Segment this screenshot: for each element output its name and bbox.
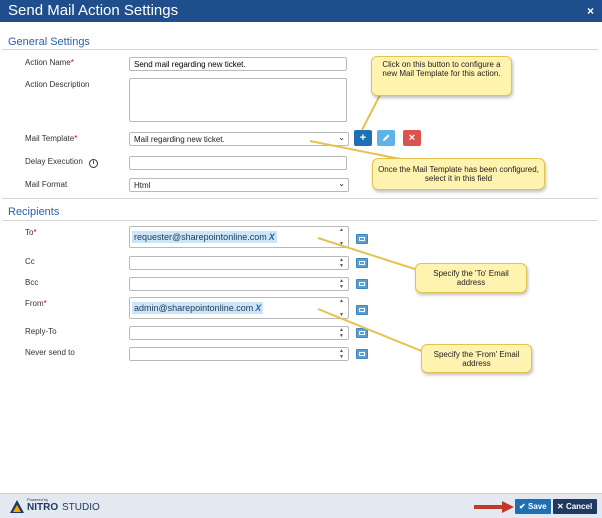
spinner-icon[interactable]: ▲ ▼	[339, 348, 347, 360]
callout-from-address: Specify the 'From' Email address	[421, 344, 532, 373]
cancel-label: Cancel	[565, 502, 593, 511]
to-field[interactable]: requester@sharepointonline.com X ▲ ▼	[129, 226, 349, 248]
delete-icon: ×	[408, 132, 416, 144]
brand-name-light: STUDIO	[62, 502, 100, 513]
from-address-book-button[interactable]	[356, 305, 368, 315]
edit-mail-template-button[interactable]	[377, 130, 395, 146]
reply-to-label: Reply-To	[25, 327, 57, 336]
from-field[interactable]: admin@sharepointonline.com X ▲ ▼	[129, 297, 349, 319]
logo-icon	[10, 500, 24, 513]
bcc-address-book-button[interactable]	[356, 279, 368, 289]
cancel-button[interactable]: ✕ Cancel	[553, 499, 597, 514]
to-address-book-button[interactable]	[356, 234, 368, 244]
never-send-to-field[interactable]: ▲ ▼	[129, 347, 349, 361]
info-icon: i	[89, 159, 99, 168]
pencil-icon	[383, 134, 390, 141]
recipients-heading: Recipients	[8, 206, 60, 218]
from-label: From*	[25, 299, 47, 308]
spinner-icon[interactable]: ▲ ▼	[339, 327, 347, 339]
callout-to-address: Specify the 'To' Email address	[415, 263, 527, 293]
window-title: Send Mail Action Settings	[8, 2, 179, 19]
spinner-icon[interactable]: ▲ ▼	[339, 257, 347, 269]
action-description-input[interactable]	[129, 78, 347, 122]
delete-mail-template-button[interactable]: ×	[403, 130, 421, 146]
cc-address-book-button[interactable]	[356, 258, 368, 268]
cc-field[interactable]: ▲ ▼	[129, 256, 349, 270]
mail-format-value: Html	[134, 181, 151, 190]
never-send-to-address-book-button[interactable]	[356, 349, 368, 359]
spinner-icon[interactable]: ▲ ▼	[339, 278, 347, 290]
close-icon[interactable]: ×	[587, 4, 594, 18]
title-bar: Send Mail Action Settings ×	[0, 0, 602, 22]
recipients-divider	[2, 220, 598, 221]
brand-name-bold: NITRO	[27, 502, 59, 513]
nitro-studio-logo: Powered by NITRO STUDIO	[9, 497, 100, 515]
from-token: admin@sharepointonline.com X	[132, 302, 264, 314]
add-mail-template-button[interactable]: +	[354, 130, 372, 146]
save-button[interactable]: ✔ Save	[515, 499, 551, 514]
spinner-icon[interactable]: ▲ ▼	[339, 227, 347, 247]
mail-template-value: Mail regarding new ticket.	[134, 135, 225, 144]
bcc-field[interactable]: ▲ ▼	[129, 277, 349, 291]
mail-template-select[interactable]: Mail regarding new ticket. ⌄	[129, 132, 349, 146]
remove-token-icon[interactable]: X	[255, 303, 261, 313]
chevron-down-icon: ⌄	[338, 133, 345, 142]
to-label: To*	[25, 228, 37, 237]
delay-execution-input[interactable]	[129, 156, 347, 170]
general-divider	[2, 49, 598, 50]
cc-label: Cc	[25, 257, 35, 266]
check-icon: ✔	[519, 502, 526, 511]
callout-select-template: Once the Mail Template has been configur…	[372, 158, 545, 190]
remove-token-icon[interactable]: X	[269, 232, 275, 242]
bcc-label: Bcc	[25, 278, 39, 287]
section-divider	[2, 198, 598, 199]
action-name-input[interactable]	[129, 57, 347, 71]
action-description-label: Action Description	[25, 80, 90, 89]
callout-configure-template: Click on this button to configure a new …	[371, 56, 512, 96]
spinner-icon[interactable]: ▲ ▼	[339, 298, 347, 318]
reply-to-field[interactable]: ▲ ▼	[129, 326, 349, 340]
cancel-icon: ✕	[557, 502, 564, 511]
never-send-to-label: Never send to	[25, 348, 75, 357]
action-name-label: Action Name*	[25, 58, 74, 67]
save-label: Save	[527, 502, 547, 511]
chevron-down-icon: ⌄	[338, 179, 345, 188]
delay-execution-label: Delay Execution i	[25, 157, 99, 168]
mail-format-select[interactable]: Html ⌄	[129, 178, 349, 192]
mail-format-label: Mail Format	[25, 180, 68, 189]
plus-icon: +	[359, 132, 367, 144]
to-token: requester@sharepointonline.com X	[132, 231, 277, 243]
arrow-pointer-icon	[474, 501, 514, 513]
mail-template-label: Mail Template*	[25, 134, 78, 143]
general-settings-heading: General Settings	[8, 36, 90, 48]
reply-to-address-book-button[interactable]	[356, 328, 368, 338]
